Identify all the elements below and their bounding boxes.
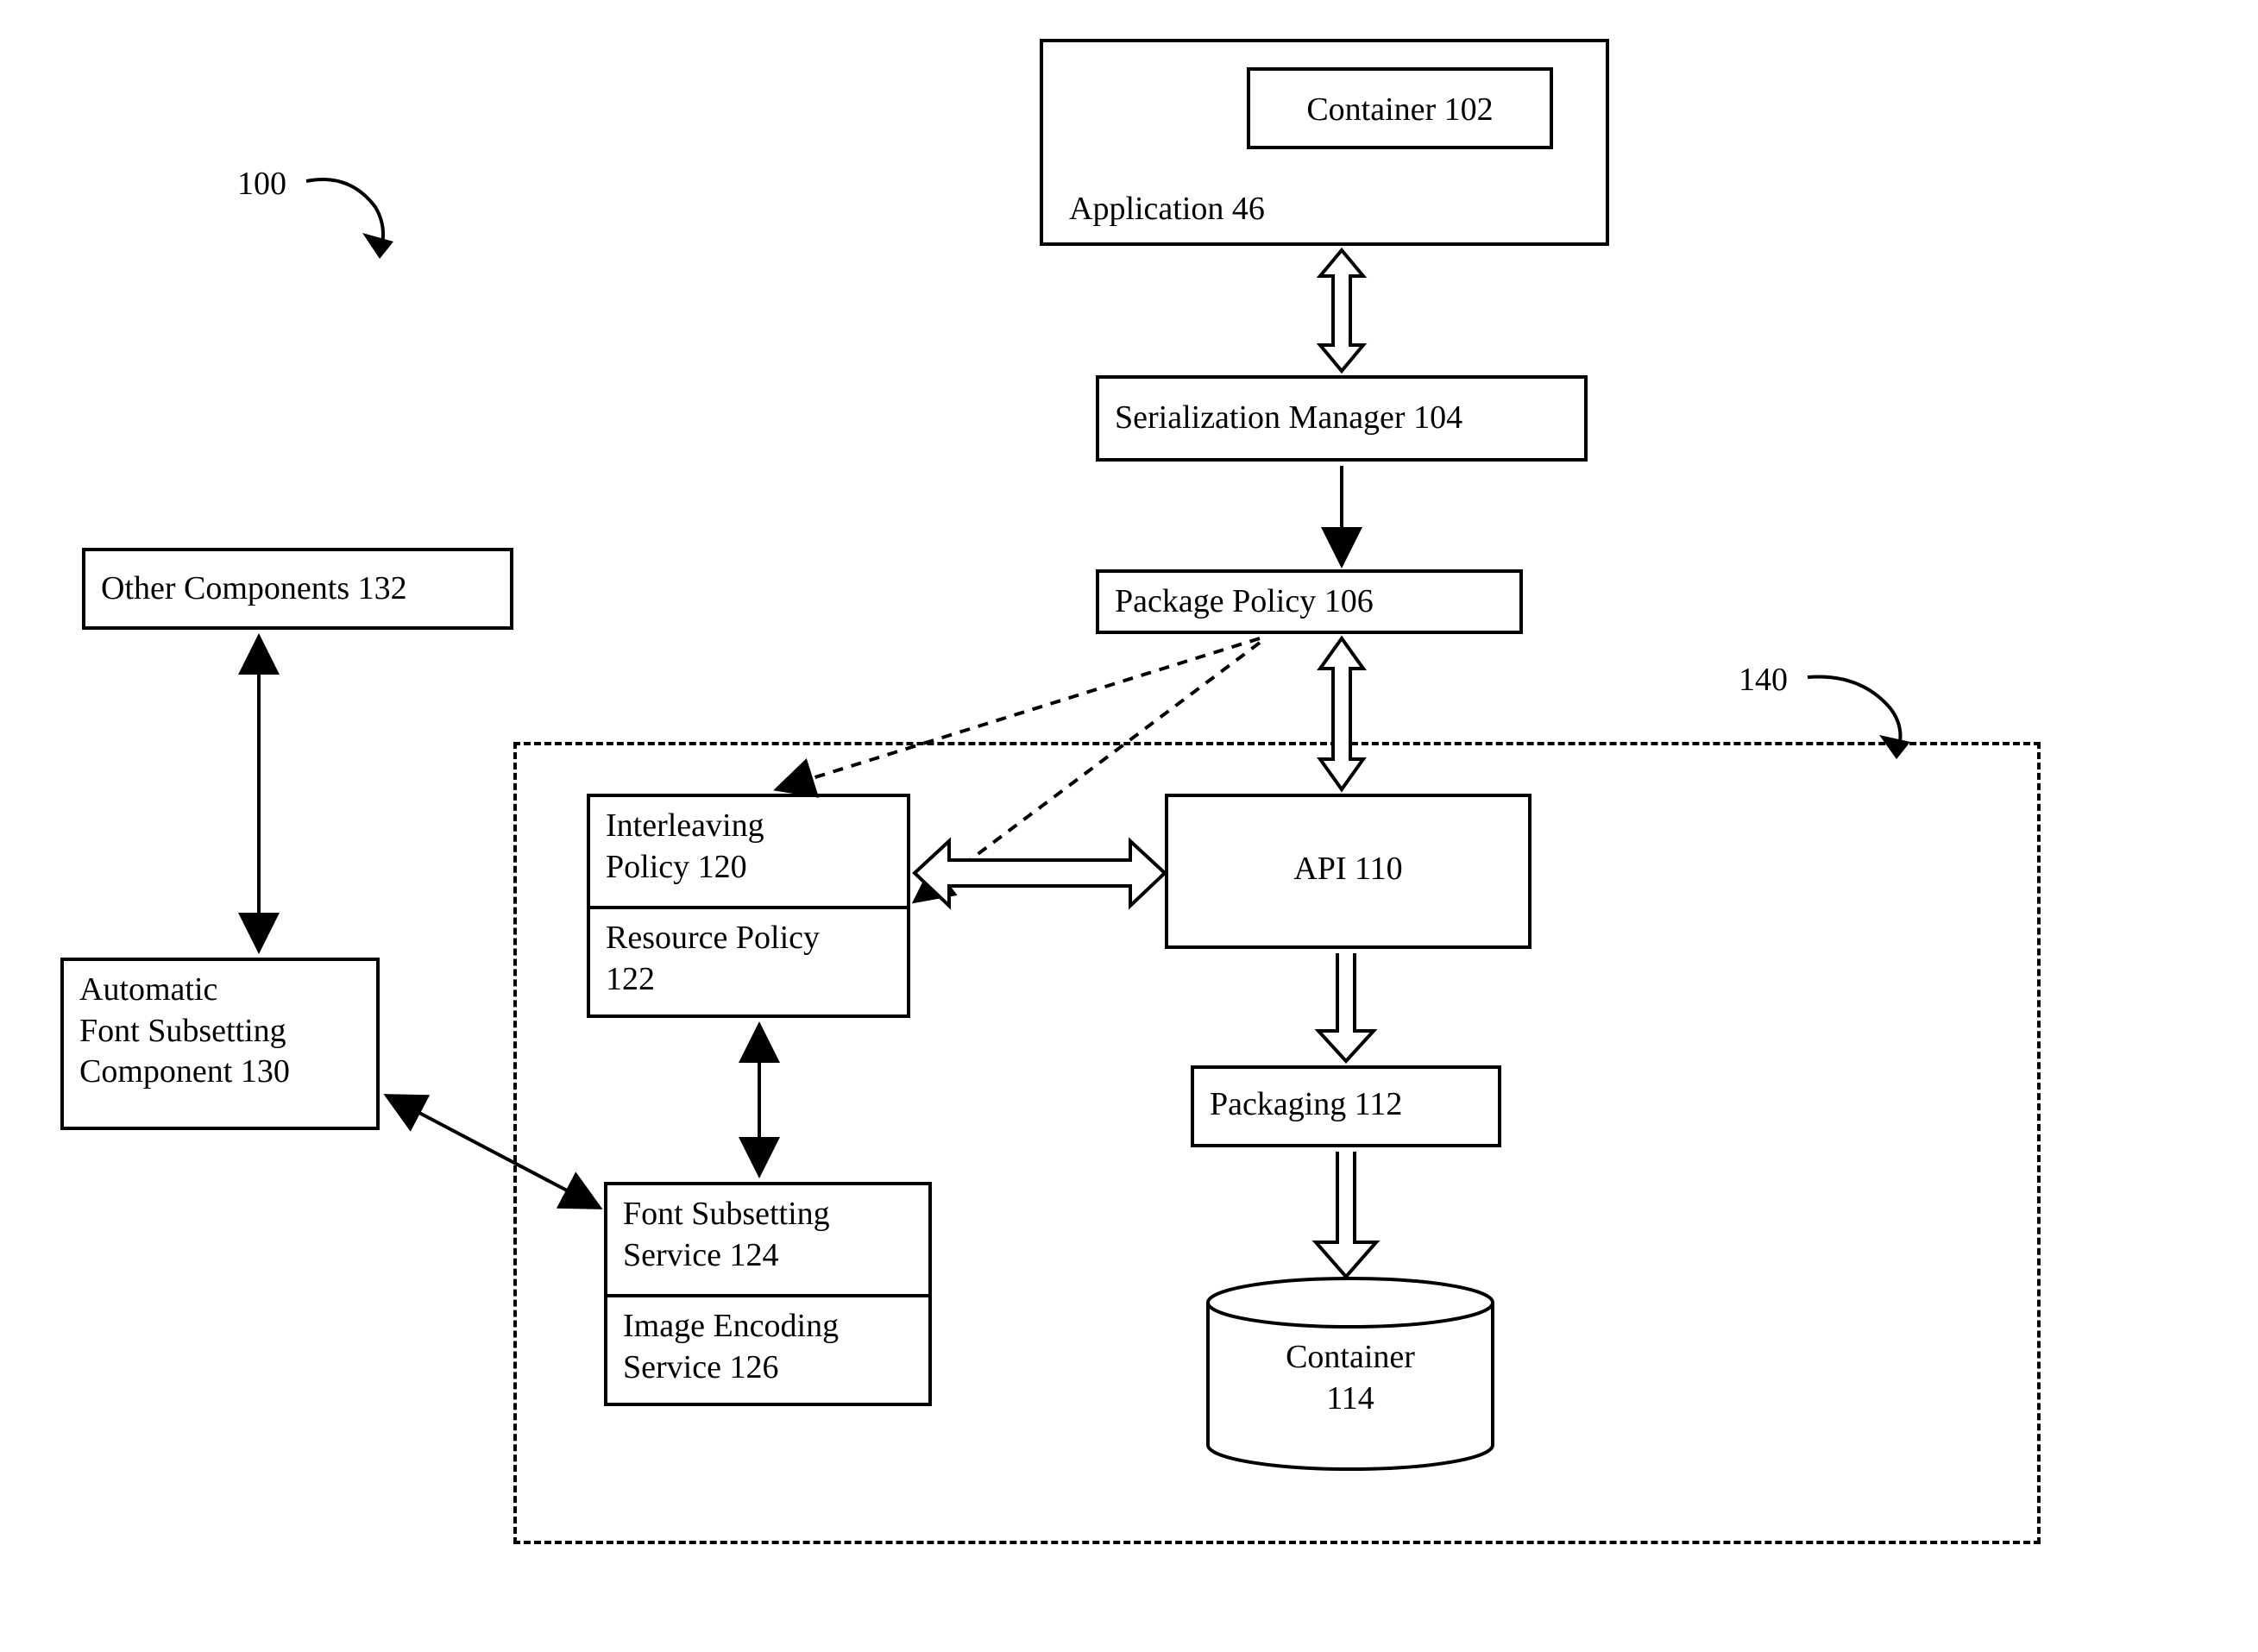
packaging-text: Packaging 112 (1210, 1086, 1402, 1122)
container-102-text: Container 102 (1306, 91, 1493, 128)
other-components-text: Other Components 132 (101, 570, 407, 606)
font-subsetting-service-box: Font Subsetting Service 124 (604, 1182, 932, 1294)
fss-line2: Service 124 (623, 1235, 913, 1277)
resource-policy-box: Resource Policy 122 (587, 906, 910, 1018)
application-text: Application 46 (1069, 191, 1265, 227)
interleaving-policy-box: Interleaving Policy 120 (587, 794, 910, 906)
dashed-ref-text: 140 (1739, 662, 1788, 698)
container-cyl-line2: 114 (1273, 1379, 1428, 1420)
dashed-ref-label: 140 (1739, 660, 1788, 701)
container-102-box: Container 102 (1247, 67, 1553, 149)
container-cyl-line1: Container (1273, 1337, 1428, 1379)
package-policy-text: Package Policy 106 (1115, 583, 1374, 619)
api-text: API 110 (1293, 851, 1402, 887)
image-encoding-service-box: Image Encoding Service 126 (604, 1294, 932, 1406)
auto-font-line3: Component 130 (79, 1052, 361, 1093)
container-cylinder: Container 114 (1204, 1277, 1497, 1475)
figure-ref-label: 100 (237, 164, 286, 205)
application-label: Application 46 (1069, 189, 1265, 230)
resource-line2: 122 (606, 959, 891, 1001)
figure-ref-text: 100 (237, 166, 286, 202)
auto-font-subsetting-box: Automatic Font Subsetting Component 130 (60, 958, 380, 1130)
resource-line1: Resource Policy (606, 918, 891, 959)
serialization-manager-text: Serialization Manager 104 (1115, 399, 1462, 436)
packaging-box: Packaging 112 (1191, 1065, 1501, 1147)
ies-line1: Image Encoding (623, 1306, 913, 1347)
package-policy-box: Package Policy 106 (1096, 569, 1523, 634)
fss-line1: Font Subsetting (623, 1194, 913, 1235)
serialization-manager-box: Serialization Manager 104 (1096, 375, 1588, 462)
interleaving-line2: Policy 120 (606, 847, 891, 889)
interleaving-line1: Interleaving (606, 806, 891, 847)
arrow-app-to-serialization (1320, 250, 1363, 371)
auto-font-line2: Font Subsetting (79, 1011, 361, 1052)
auto-font-line1: Automatic (79, 970, 361, 1011)
api-box: API 110 (1165, 794, 1532, 949)
ies-line2: Service 126 (623, 1347, 913, 1389)
other-components-box: Other Components 132 (82, 548, 513, 630)
